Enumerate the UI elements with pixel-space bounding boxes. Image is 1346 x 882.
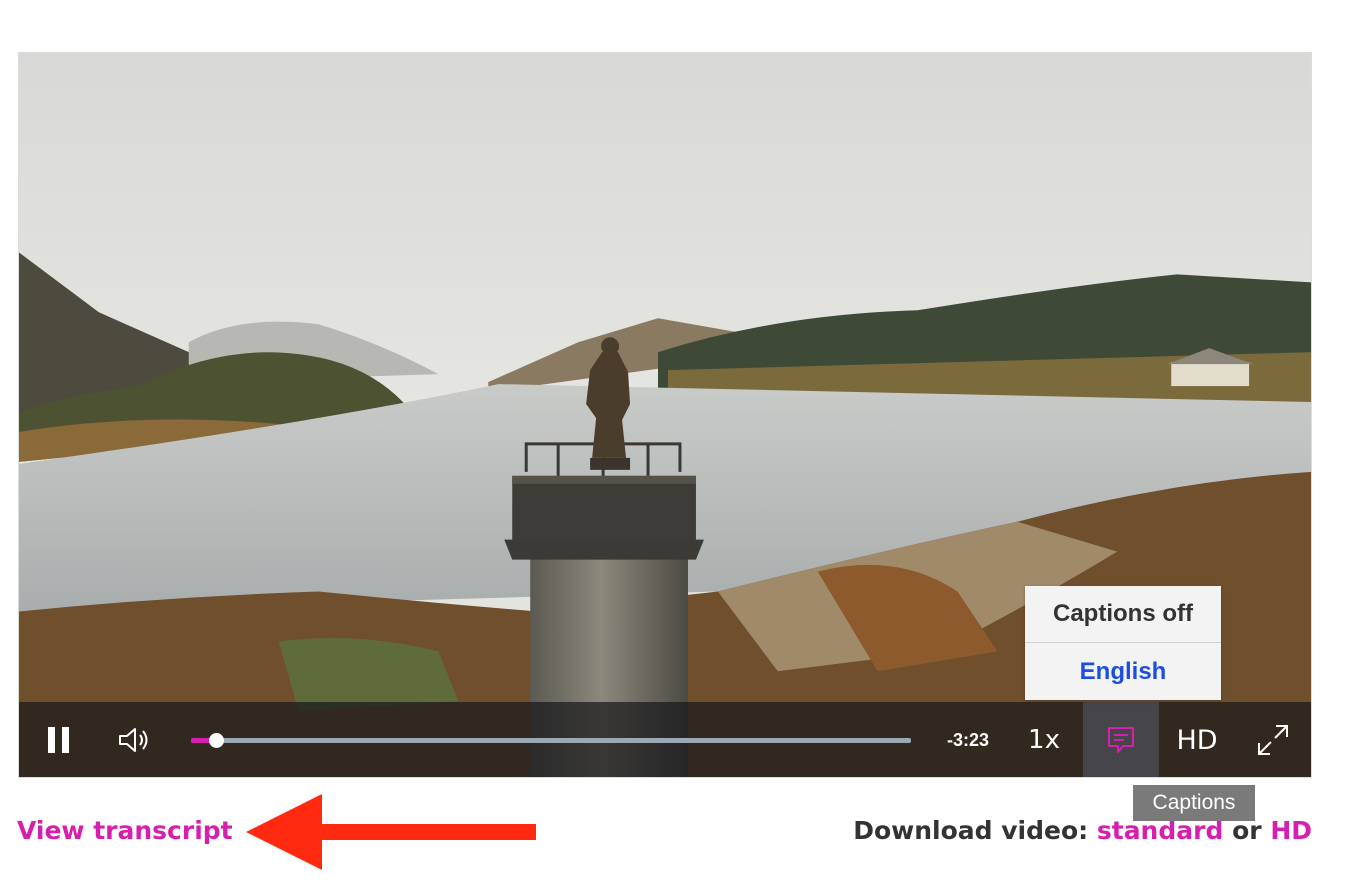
playback-speed-button[interactable]: 1x bbox=[1024, 702, 1064, 777]
captions-button[interactable] bbox=[1083, 702, 1159, 777]
video-player[interactable]: Captions off English -3:23 1x HD bbox=[18, 52, 1312, 778]
captions-icon bbox=[1108, 727, 1134, 753]
time-remaining: -3:23 bbox=[947, 730, 990, 750]
control-bar: -3:23 1x HD bbox=[19, 702, 1311, 777]
captions-tooltip: Captions bbox=[1133, 785, 1255, 821]
progress-bar[interactable] bbox=[191, 733, 911, 748]
view-transcript-link[interactable]: View transcript bbox=[17, 816, 233, 845]
captions-menu: Captions off English bbox=[1025, 586, 1221, 700]
hd-button[interactable]: HD bbox=[1169, 702, 1225, 777]
fullscreen-button[interactable] bbox=[1251, 702, 1295, 777]
captions-english-option[interactable]: English bbox=[1025, 643, 1221, 700]
volume-button[interactable] bbox=[113, 702, 157, 777]
download-label: Download video: bbox=[853, 816, 1089, 845]
pause-button[interactable] bbox=[39, 702, 79, 777]
volume-icon bbox=[119, 728, 148, 752]
pause-icon bbox=[48, 727, 69, 753]
fullscreen-icon bbox=[1258, 725, 1288, 755]
annotation-arrow-icon bbox=[246, 794, 536, 870]
download-hd-link[interactable]: HD bbox=[1270, 816, 1312, 845]
progress-scrubber[interactable] bbox=[209, 733, 225, 748]
captions-off-option[interactable]: Captions off bbox=[1025, 586, 1221, 643]
